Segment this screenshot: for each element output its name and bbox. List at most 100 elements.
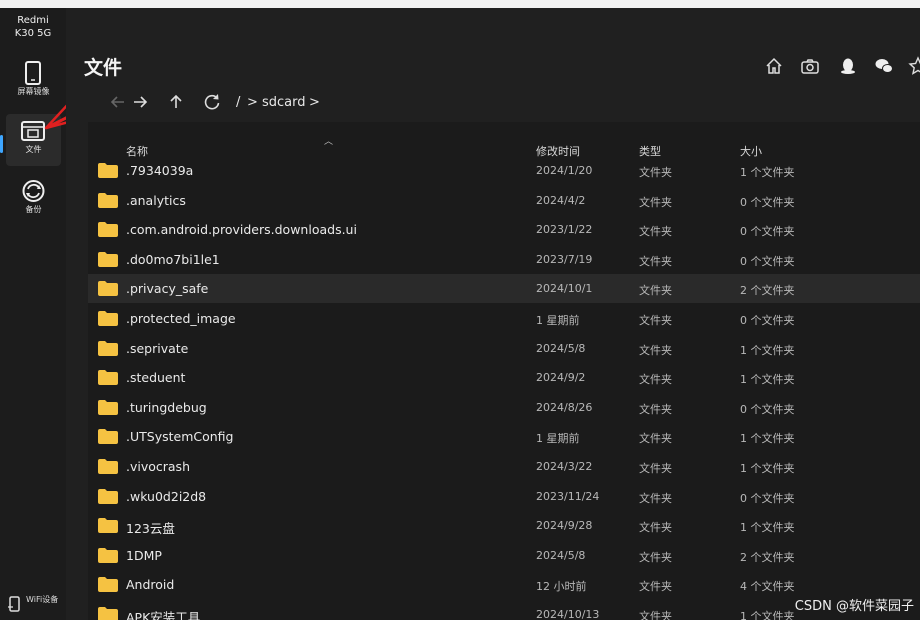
up-button[interactable]: [166, 92, 186, 114]
file-type: 文件夹: [639, 195, 672, 209]
file-type: 文件夹: [639, 550, 672, 564]
wifi-device-button[interactable]: WiFi设备: [4, 590, 64, 620]
file-modified: 12 小时前: [536, 580, 587, 594]
file-size: 1 个文件夹: [740, 343, 795, 357]
table-row[interactable]: .privacy_safe 2024/10/1 文件夹 2 个文件夹: [88, 274, 920, 304]
file-name: .vivocrash: [126, 459, 190, 474]
breadcrumb-separator: >: [247, 95, 258, 110]
file-modified: 1 星期前: [536, 432, 580, 446]
file-type: 文件夹: [639, 314, 672, 327]
file-modified: 2024/8/26: [536, 400, 593, 414]
file-modified: 2024/3/22: [536, 460, 593, 473]
file-size: 0 个文件夹: [740, 225, 795, 239]
wifi-device-icon: [8, 596, 20, 612]
table-row[interactable]: .UTSystemConfig 1 星期前 文件夹 1 个文件夹: [88, 422, 920, 451]
file-modified: 2024/4/2: [536, 193, 586, 207]
wechat-icon[interactable]: [874, 56, 896, 76]
breadcrumb-root[interactable]: /: [236, 95, 240, 110]
file-name: Android: [126, 577, 175, 593]
file-table: ︿ 名称 修改时间 类型 大小 .7934039a 2024/1/20 文件夹 1 个…: [88, 122, 920, 620]
table-row[interactable]: .seprivate 2024/5/8 文件夹 1 个文件夹: [88, 334, 920, 363]
file-modified: 2023/7/19: [536, 252, 593, 266]
file-size: 0 个文件夹: [740, 491, 795, 505]
file-name: 1DMP: [126, 547, 162, 563]
camera-icon[interactable]: [800, 56, 822, 76]
folder-icon: [98, 577, 118, 593]
breadcrumb-trailing-chevron[interactable]: >: [309, 95, 320, 110]
device-name: Redmi K30 5G: [14, 15, 52, 39]
table-row[interactable]: .analytics 2024/4/2 文件夹 0 个文件夹: [88, 186, 920, 215]
table-row[interactable]: .wku0d2i2d8 2023/11/24 文件夹 0 个文件夹: [88, 482, 920, 511]
file-type: 文件夹: [639, 521, 672, 535]
file-type: 文件夹: [639, 225, 672, 239]
file-name: .privacy_safe: [126, 281, 209, 297]
page-title: 文件: [84, 57, 123, 79]
refresh-button[interactable]: [202, 92, 222, 114]
folder-icon: [98, 192, 118, 208]
table-row[interactable]: 1DMP 2024/5/8 文件夹 2 个文件夹: [88, 541, 920, 570]
folder-icon: [98, 340, 118, 356]
folder-icon: [98, 163, 118, 178]
file-type: 文件夹: [639, 373, 672, 387]
folder-icon: [98, 488, 118, 504]
file-modified: 2023/1/22: [536, 223, 593, 237]
phone-icon: [25, 61, 41, 85]
file-size: 2 个文件夹: [740, 550, 795, 564]
file-name: .UTSystemConfig: [126, 429, 234, 445]
file-modified: 1 星期前: [536, 314, 580, 327]
back-button[interactable]: [108, 92, 128, 114]
sidebar-item-files[interactable]: 文件: [6, 114, 61, 166]
file-type: 文件夹: [639, 254, 672, 268]
file-modified: 2024/1/20: [536, 164, 593, 177]
file-modified: 2024/5/8: [536, 548, 586, 562]
main-panel: 文件 / > sdcard > ︿ 名称 修改时间 类型 大小 .7934039…: [66, 8, 920, 620]
forward-button[interactable]: [130, 92, 150, 114]
table-row[interactable]: .steduent 2024/9/2 文件夹 1 个文件夹: [88, 363, 920, 392]
star-icon[interactable]: [908, 56, 920, 76]
qq-icon[interactable]: [838, 56, 860, 76]
file-size: 1 个文件夹: [740, 432, 795, 446]
folder-icon: [98, 222, 118, 238]
table-row[interactable]: 123云盘 2024/9/28 文件夹 1 个文件夹: [88, 511, 920, 540]
file-name: .do0mo7bi1le1: [126, 251, 220, 267]
table-row[interactable]: .protected_image 1 星期前 文件夹 0 个文件夹: [88, 304, 920, 333]
file-size: 1 个文件夹: [740, 610, 795, 620]
file-name: .seprivate: [126, 340, 189, 356]
file-name: .wku0d2i2d8: [126, 488, 207, 504]
file-modified: 2024/9/28: [536, 519, 593, 533]
path-navigation: / > sdcard >: [106, 92, 506, 114]
home-icon[interactable]: [764, 56, 786, 76]
file-size: 0 个文件夹: [740, 195, 795, 209]
file-modified: 2024/5/8: [536, 341, 586, 355]
file-name: .com.android.providers.downloads.ui: [126, 222, 357, 238]
table-row[interactable]: .7934039a 2024/1/20 文件夹 1 个文件夹: [88, 156, 920, 185]
file-size: 1 个文件夹: [740, 462, 795, 475]
file-name: APK安装工具: [126, 610, 201, 620]
file-type: 文件夹: [639, 462, 672, 475]
file-name: .steduent: [126, 370, 186, 386]
sidebar: Redmi K30 5G 屏幕镜像 文件 备份 WiFi设备: [0, 8, 66, 620]
sync-icon: [22, 180, 45, 202]
sidebar-item-label: 文件: [25, 145, 42, 154]
table-row[interactable]: .do0mo7bi1le1 2023/7/19 文件夹 0 个文件夹: [88, 245, 920, 274]
file-type: 文件夹: [639, 284, 672, 298]
table-row[interactable]: .vivocrash 2024/3/22 文件夹 1 个文件夹: [88, 452, 920, 481]
table-row[interactable]: .com.android.providers.downloads.ui 2023/…: [88, 215, 920, 244]
file-size: 1 个文件夹: [740, 521, 795, 535]
file-name: 123云盘: [126, 521, 175, 537]
sidebar-item-screen-mirror[interactable]: 屏幕镜像: [6, 56, 61, 108]
file-size: 4 个文件夹: [740, 580, 795, 594]
sidebar-item-backup[interactable]: 备份: [6, 174, 61, 226]
file-name: .analytics: [126, 192, 186, 208]
file-type: 文件夹: [639, 166, 672, 179]
file-size: 1 个文件夹: [740, 373, 795, 387]
file-size: 0 个文件夹: [740, 254, 795, 268]
file-type: 文件夹: [639, 491, 672, 505]
file-size: 0 个文件夹: [740, 314, 795, 327]
table-row[interactable]: .turingdebug 2024/8/26 文件夹 0 个文件夹: [88, 393, 920, 422]
breadcrumb-current[interactable]: sdcard: [262, 95, 306, 110]
folder-icon: [98, 429, 118, 445]
file-modified: 2024/10/1: [536, 282, 593, 296]
sort-ascending-icon: ︿: [324, 137, 334, 147]
file-modified: 2024/10/13: [536, 608, 600, 620]
